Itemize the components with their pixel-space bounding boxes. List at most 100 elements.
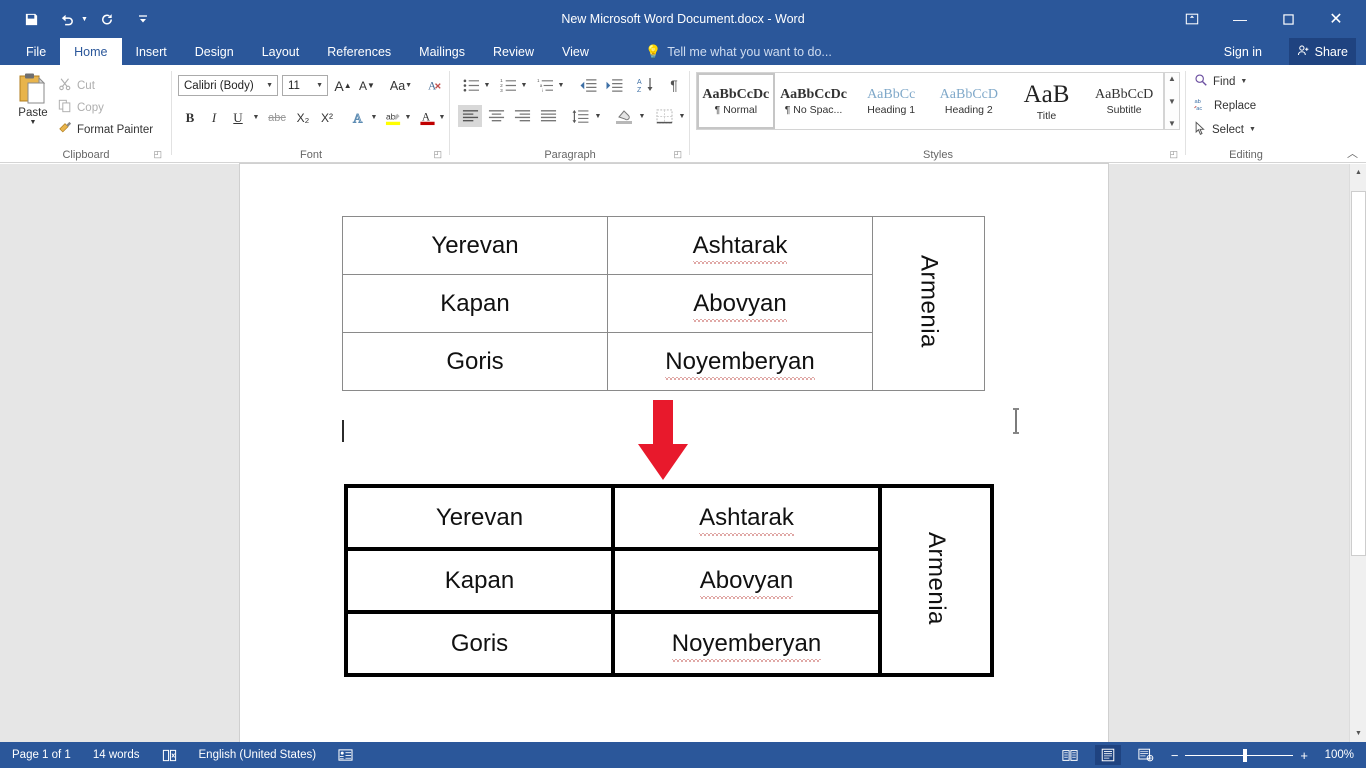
subscript-button[interactable]: X₂: [292, 107, 314, 128]
table-row[interactable]: Yerevan Ashtarak Armenia: [344, 484, 994, 677]
scrollbar-thumb[interactable]: [1351, 191, 1366, 556]
borders-icon[interactable]: [652, 105, 676, 127]
change-case-button[interactable]: Aa ▼: [384, 75, 418, 96]
tab-review[interactable]: Review: [479, 38, 548, 65]
align-right-icon[interactable]: [510, 105, 534, 127]
underline-button[interactable]: U: [228, 107, 248, 128]
select-dropdown-icon[interactable]: ▼: [1249, 126, 1256, 133]
redo-icon[interactable]: [90, 4, 124, 34]
bullets-dropdown-icon[interactable]: ▼: [481, 75, 493, 95]
cell-city[interactable]: Abovyan: [611, 547, 882, 614]
clear-formatting-icon[interactable]: A: [424, 75, 446, 96]
styles-more-icon[interactable]: ▼: [1168, 119, 1176, 128]
scroll-up-icon[interactable]: ▲: [1350, 164, 1366, 181]
style-title[interactable]: AaB Title: [1008, 73, 1086, 129]
format-painter-button[interactable]: Format Painter: [58, 121, 153, 138]
font-name-dropdown-icon[interactable]: ▼: [266, 82, 273, 89]
zoom-out-button[interactable]: −: [1171, 749, 1179, 762]
document-page[interactable]: Yerevan Ashtarak Armenia Kapan Abovyan G…: [240, 164, 1108, 742]
cell-city[interactable]: Abovyan: [607, 274, 873, 333]
vertical-scrollbar[interactable]: ▲ ▼: [1349, 164, 1366, 742]
cell-country-merged[interactable]: Armenia: [878, 484, 994, 677]
font-size-input[interactable]: 11 ▼: [282, 75, 328, 96]
clipboard-dialog-launcher[interactable]: ◰: [153, 149, 162, 160]
cell-city[interactable]: Kapan: [344, 547, 615, 614]
find-button[interactable]: Find ▼: [1194, 73, 1247, 90]
tab-design[interactable]: Design: [181, 38, 248, 65]
bullets-icon[interactable]: [460, 75, 482, 95]
cell-city[interactable]: Kapan: [342, 274, 608, 333]
spellcheck-icon[interactable]: [162, 748, 177, 763]
replace-button[interactable]: ab ac Replace: [1194, 97, 1256, 114]
style-no-spacing[interactable]: AaBbCcDc ¶ No Spac...: [775, 73, 853, 129]
save-icon[interactable]: [14, 4, 48, 34]
restore-button[interactable]: [1264, 0, 1312, 38]
cell-city[interactable]: Ashtarak: [611, 484, 882, 551]
strikethrough-button[interactable]: abc: [264, 107, 290, 128]
print-layout-icon[interactable]: [1094, 745, 1121, 765]
collapse-ribbon-icon[interactable]: ︿: [1347, 145, 1358, 161]
styles-gallery-scroll[interactable]: ▲ ▼ ▼: [1164, 72, 1180, 130]
styles-dialog-launcher[interactable]: ◰: [1169, 149, 1178, 160]
customize-quick-access-toolbar-icon[interactable]: [126, 4, 160, 34]
justify-icon[interactable]: [536, 105, 560, 127]
line-spacing-icon[interactable]: [568, 105, 592, 127]
underline-dropdown-icon[interactable]: ▼: [250, 107, 262, 128]
style-subtitle[interactable]: AaBbCcD Subtitle: [1085, 73, 1163, 129]
tab-home[interactable]: Home: [60, 38, 122, 65]
tab-insert[interactable]: Insert: [122, 38, 181, 65]
cell-city[interactable]: Noyemberyan: [611, 610, 882, 677]
align-center-icon[interactable]: [484, 105, 508, 127]
font-dialog-launcher[interactable]: ◰: [433, 149, 442, 160]
shrink-font-button[interactable]: A ▼: [356, 75, 378, 96]
style-normal[interactable]: AaBbCcDc ¶ Normal: [697, 73, 775, 129]
scroll-down-icon[interactable]: ▼: [1350, 725, 1366, 742]
undo-dropdown-icon[interactable]: ▼: [81, 16, 88, 23]
show-formatting-marks-icon[interactable]: ¶: [664, 75, 684, 95]
cell-city[interactable]: Goris: [344, 610, 615, 677]
font-color-dropdown-icon[interactable]: ▼: [436, 107, 448, 128]
copy-button[interactable]: Copy: [58, 99, 104, 116]
cell-city[interactable]: Noyemberyan: [607, 332, 873, 391]
align-left-icon[interactable]: [458, 105, 482, 127]
cut-button[interactable]: Cut: [58, 77, 95, 94]
select-button[interactable]: Select ▼: [1194, 121, 1256, 138]
tab-references[interactable]: References: [313, 38, 405, 65]
zoom-level[interactable]: 100%: [1320, 749, 1354, 761]
read-mode-icon[interactable]: [1057, 745, 1083, 765]
ribbon-display-options-icon[interactable]: [1168, 0, 1216, 38]
font-name-input[interactable]: Calibri (Body) ▼: [178, 75, 278, 96]
paste-dropdown-icon[interactable]: ▼: [30, 119, 37, 126]
borders-dropdown-icon[interactable]: ▼: [676, 105, 688, 127]
minimize-button[interactable]: —: [1216, 0, 1264, 38]
bold-button[interactable]: B: [180, 107, 200, 128]
web-layout-icon[interactable]: [1133, 745, 1159, 765]
highlight-dropdown-icon[interactable]: ▼: [402, 107, 414, 128]
styles-scroll-up-icon[interactable]: ▲: [1168, 74, 1176, 83]
tab-view[interactable]: View: [548, 38, 603, 65]
line-spacing-dropdown-icon[interactable]: ▼: [592, 105, 604, 127]
font-size-dropdown-icon[interactable]: ▼: [316, 82, 323, 89]
close-button[interactable]: ✕: [1312, 0, 1360, 38]
zoom-thumb[interactable]: [1243, 748, 1248, 762]
increase-indent-icon[interactable]: [602, 75, 626, 95]
share-button[interactable]: Share: [1288, 38, 1356, 65]
cell-city[interactable]: Yerevan: [344, 484, 615, 551]
font-color-icon[interactable]: A: [416, 107, 438, 128]
multilevel-dropdown-icon[interactable]: ▼: [555, 75, 567, 95]
paragraph-dialog-launcher[interactable]: ◰: [673, 149, 682, 160]
undo-icon[interactable]: [50, 4, 84, 34]
style-heading-2[interactable]: AaBbCcD Heading 2: [930, 73, 1008, 129]
shading-icon[interactable]: [612, 105, 636, 127]
text-highlight-color-icon[interactable]: ab: [382, 107, 404, 128]
shading-dropdown-icon[interactable]: ▼: [636, 105, 648, 127]
grow-font-button[interactable]: A ▲: [332, 75, 354, 96]
italic-button[interactable]: I: [204, 107, 224, 128]
find-dropdown-icon[interactable]: ▼: [1240, 78, 1247, 85]
tab-mailings[interactable]: Mailings: [405, 38, 479, 65]
zoom-in-button[interactable]: +: [1300, 749, 1308, 762]
paste-button[interactable]: Paste ▼: [10, 72, 56, 138]
styles-scroll-down-icon[interactable]: ▼: [1168, 97, 1176, 106]
numbering-icon[interactable]: 123: [497, 75, 519, 95]
numbering-dropdown-icon[interactable]: ▼: [518, 75, 530, 95]
